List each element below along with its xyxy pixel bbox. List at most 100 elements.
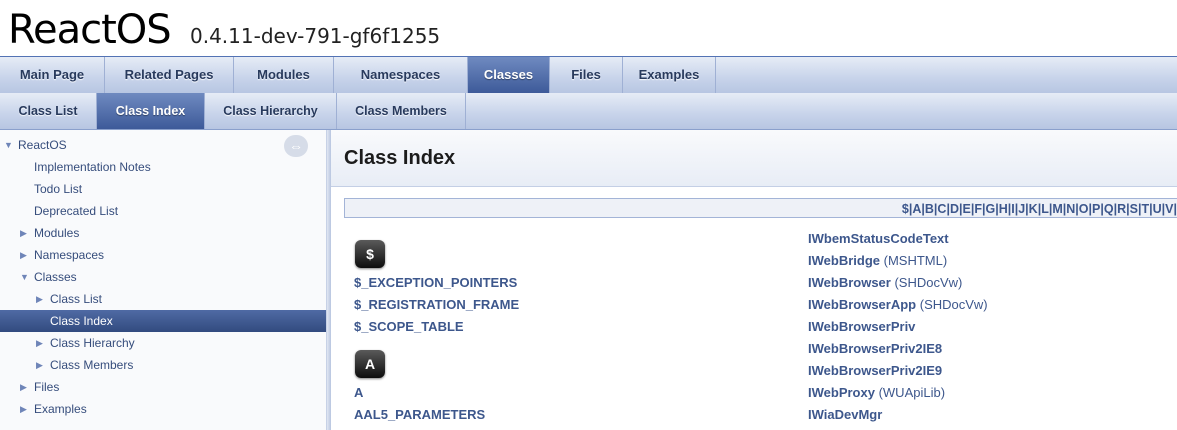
nav-item-class-index[interactable]: Class Index [0,310,326,332]
nav-item-class-members[interactable]: ▶ Class Members [0,354,326,376]
letter-index-bar: $|A|B|C|D|E|F|G|H|I|J|K|L|M|N|O|P|Q|R|S|… [344,198,1177,218]
nav-item-modules[interactable]: ▶ Modules [0,222,326,244]
class-link[interactable]: IWebBrowserPriv2IE9 [808,363,942,378]
letter-link-n[interactable]: N [1066,202,1075,216]
class-name[interactable]: IWebBrowserPriv [808,319,915,334]
main-tab-bar: Main Page Related Pages Modules Namespaces C… [0,57,1177,94]
nav-item-reactos[interactable]: ▼ ReactOS [0,134,326,156]
nav-item-files[interactable]: ▶ Files [0,376,326,398]
class-link[interactable]: AAL5_PARAMETERS [354,407,485,422]
nav-item-classes[interactable]: ▼ Classes [0,266,326,288]
letter-link-s[interactable]: S [1130,202,1138,216]
class-name[interactable]: IWebBrowserPriv2IE9 [808,363,942,378]
nav-item-deprecated-list[interactable]: Deprecated List [0,200,326,222]
collapsed-arrow-icon[interactable]: ▶ [20,244,30,266]
class-name[interactable]: IWbemStatusCodeText [808,231,949,246]
collapsed-arrow-icon[interactable]: ▶ [20,222,30,244]
letter-link-u[interactable]: U [1153,202,1162,216]
letter-link-b[interactable]: B [925,202,934,216]
sync-arrows-icon[interactable]: ⇔ [284,135,308,157]
class-link[interactable]: IWebBrowserApp (SHDocVw) [808,297,988,312]
class-link[interactable]: $_EXCEPTION_POINTERS [354,275,517,290]
letter-link-k[interactable]: K [1029,202,1038,216]
nav-item-label: Modules [34,226,80,240]
class-link[interactable]: IWebBrowser (SHDocVw) [808,275,962,290]
nav-item-class-list[interactable]: ▶ Class List [0,288,326,310]
nav-item-label: ReactOS [18,138,67,152]
class-name[interactable]: IWebBrowserApp [808,297,916,312]
letter-link-o[interactable]: O [1079,202,1089,216]
namespace-link[interactable]: (SHDocVw) [920,297,988,312]
collapsed-arrow-icon[interactable]: ▶ [36,332,46,354]
letter-link-f[interactable]: F [974,202,982,216]
letter-link-m[interactable]: M [1052,202,1062,216]
letter-separator: | [1173,202,1177,216]
sub-tab-bar: Class List Class Index Class Hierarchy Clas… [0,93,1177,130]
tab-namespaces[interactable]: Namespaces [334,57,468,93]
namespace-link[interactable]: (WUApiLib) [879,385,945,400]
class-name[interactable]: IWebBridge [808,253,880,268]
nav-item-label: Namespaces [34,248,105,262]
nav-item-label: Class List [50,292,103,306]
collapsed-arrow-icon[interactable]: ▶ [36,288,46,310]
class-link[interactable]: A [354,385,363,400]
nav-item-namespaces[interactable]: ▶ Namespaces [0,244,326,266]
nav-item-todo-list[interactable]: Todo List [0,178,326,200]
letter-link-g[interactable]: G [985,202,995,216]
tab-main-page[interactable]: Main Page [0,57,105,93]
nav-item-label: Files [34,380,60,394]
subtab-class-list[interactable]: Class List [0,93,97,129]
letter-link-e[interactable]: E [962,202,970,216]
project-number: 0.4.11-dev-791-gf6f1255 [190,24,441,48]
nav-item-label: Class Members [50,358,134,372]
namespace-link[interactable]: (SHDocVw) [894,275,962,290]
tab-modules[interactable]: Modules [234,57,334,93]
collapsed-arrow-icon[interactable]: ▶ [20,398,30,420]
content-header: Class Index [331,130,1177,187]
class-link[interactable]: IWbemStatusCodeText [808,231,949,246]
expanded-arrow-icon[interactable]: ▼ [4,134,14,156]
namespace-link[interactable]: (MSHTML) [884,253,948,268]
tab-related-pages[interactable]: Related Pages [105,57,234,93]
collapsed-arrow-icon[interactable]: ▶ [20,376,30,398]
class-link[interactable]: IWebProxy (WUApiLib) [808,385,945,400]
nav-item-class-hierarchy[interactable]: ▶ Class Hierarchy [0,332,326,354]
letter-link-dollar[interactable]: $ [902,202,909,216]
letter-link-h[interactable]: H [999,202,1008,216]
letter-link-r[interactable]: R [1117,202,1126,216]
class-link[interactable]: $_REGISTRATION_FRAME [354,297,519,312]
class-link[interactable]: $_SCOPE_TABLE [354,319,464,334]
nav-item-label: Classes [34,270,77,284]
nav-item-label: Class Hierarchy [50,336,135,350]
page-title: Class Index [344,147,456,169]
class-name[interactable]: IWiaDevMgr [808,407,882,422]
subtab-class-hierarchy[interactable]: Class Hierarchy [205,93,337,129]
tab-files[interactable]: Files [550,57,623,93]
letter-link-t[interactable]: T [1141,202,1149,216]
class-link[interactable]: IWiaDevMgr [808,407,882,422]
class-link[interactable]: IWebBrowserPriv [808,319,915,334]
nav-item-label: Deprecated List [34,204,119,218]
nav-tree: ▼ ReactOS Implementation Notes Todo List Dep… [0,130,327,430]
title-area: ReactOS 0.4.11-dev-791-gf6f1255 [0,0,1177,57]
letter-link-d[interactable]: D [950,202,959,216]
class-name[interactable]: IWebBrowser [808,275,891,290]
nav-item-implementation-notes[interactable]: Implementation Notes [0,156,326,178]
class-link[interactable]: IWebBrowserPriv2IE8 [808,341,942,356]
expanded-arrow-icon[interactable]: ▼ [20,266,30,288]
class-name[interactable]: IWebProxy [808,385,875,400]
letter-link-q[interactable]: Q [1104,202,1114,216]
letter-link-v[interactable]: V [1165,202,1173,216]
collapsed-arrow-icon[interactable]: ▶ [36,354,46,376]
nav-item-label: Todo List [34,182,83,196]
tab-examples[interactable]: Examples [623,57,716,93]
class-link[interactable]: IWebBridge (MSHTML) [808,253,947,268]
subtab-class-members[interactable]: Class Members [337,93,466,129]
class-name[interactable]: IWebBrowserPriv2IE8 [808,341,942,356]
letter-link-l[interactable]: L [1041,202,1049,216]
subtab-class-index[interactable]: Class Index [97,93,205,129]
project-name: ReactOS [8,7,172,53]
letter-badge-dollar: $ [355,240,385,268]
nav-item-examples[interactable]: ▶ Examples [0,398,326,420]
tab-classes[interactable]: Classes [468,57,550,93]
